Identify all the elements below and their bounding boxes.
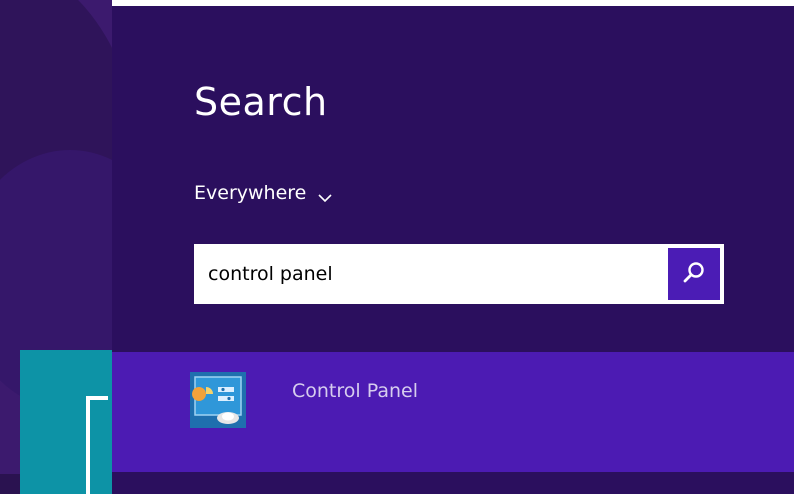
search-result-label: Control Panel [292, 380, 418, 402]
search-result-item[interactable]: Control Panel [112, 352, 794, 472]
start-screen-background [0, 474, 20, 494]
charm-title: Search [194, 80, 328, 124]
search-scope-label: Everywhere [194, 182, 307, 204]
search-scope-dropdown[interactable]: Everywhere [194, 182, 332, 204]
search-input[interactable] [194, 244, 662, 304]
search-icon [681, 259, 707, 289]
tile-icon [86, 396, 108, 494]
control-panel-icon [190, 372, 246, 428]
search-box [194, 244, 724, 304]
results-divider [112, 472, 794, 494]
search-button[interactable] [668, 248, 720, 300]
search-charm-pane: Search Everywhere control panel Control … [112, 6, 794, 494]
chevron-down-icon [318, 188, 332, 203]
